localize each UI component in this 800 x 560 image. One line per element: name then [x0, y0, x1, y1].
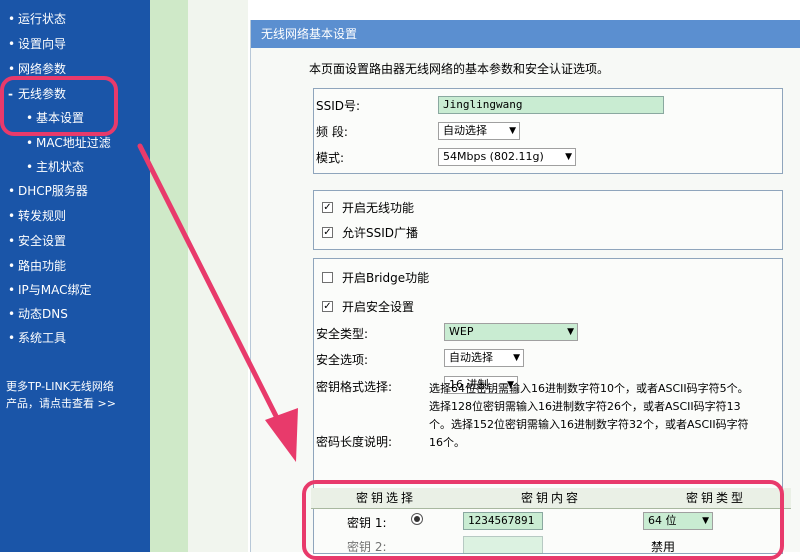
annotation-arrow-icon	[137, 143, 298, 462]
